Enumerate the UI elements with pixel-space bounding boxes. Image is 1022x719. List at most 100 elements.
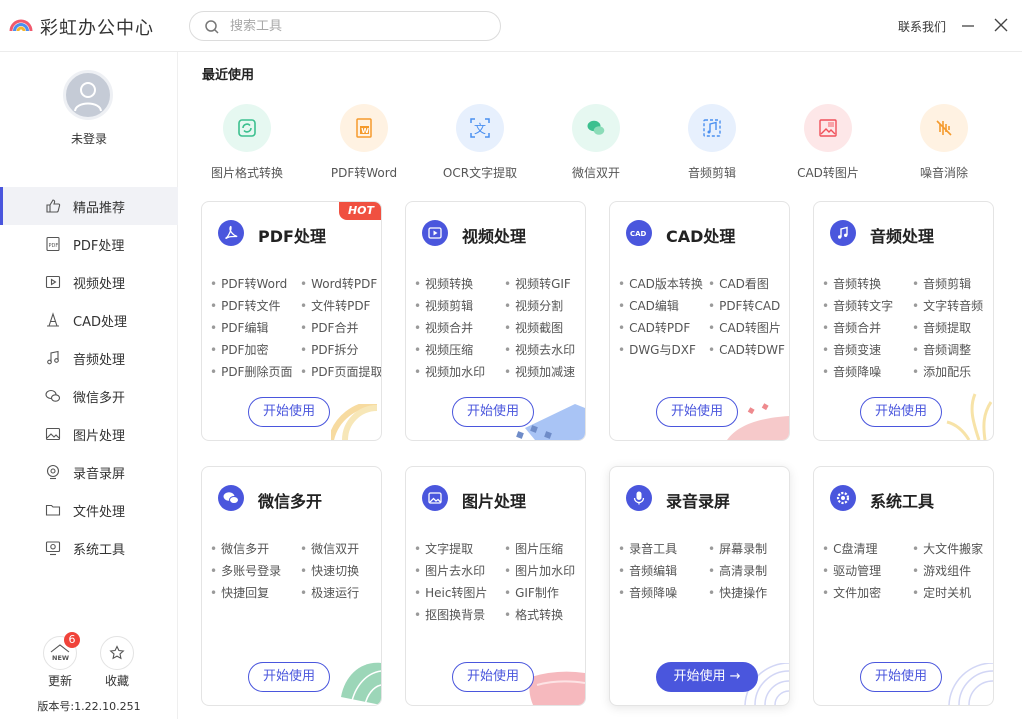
feature-link[interactable]: PDF转Word <box>210 275 287 292</box>
feature-link[interactable]: CAD编辑 <box>618 297 679 314</box>
card-video[interactable]: 视频处理 视频转换 视频剪辑 视频合并 视频压缩 视频加水印 视频转GIF 视频… <box>405 201 586 441</box>
feature-link[interactable]: 视频转GIF <box>504 275 571 292</box>
feature-link[interactable]: 音频转文字 <box>822 297 893 314</box>
feature-link[interactable]: 屏幕录制 <box>708 540 767 557</box>
card-record[interactable]: 录音录屏 录音工具 音频编辑 音频降噪 屏幕录制 高清录制 快捷操作 开始使用 … <box>609 466 790 706</box>
feature-link[interactable]: 文字转音频 <box>912 297 983 314</box>
feature-link[interactable]: 音频调整 <box>912 341 971 358</box>
feature-link[interactable]: PDF编辑 <box>210 319 268 336</box>
feature-link[interactable]: 视频压缩 <box>414 341 473 358</box>
feature-link[interactable]: 格式转换 <box>504 606 563 623</box>
feature-link[interactable]: Word转PDF <box>300 275 377 292</box>
card-audio[interactable]: 音频处理 音频转换 音频转文字 音频合并 音频变速 音频降噪 音频剪辑 文字转音… <box>813 201 994 441</box>
feature-link[interactable]: 音频合并 <box>822 319 881 336</box>
minimize-icon[interactable] <box>960 17 976 33</box>
close-icon[interactable] <box>993 17 1009 33</box>
feature-link[interactable]: 图片压缩 <box>504 540 563 557</box>
sidebar-item-recommended[interactable]: 精品推荐 <box>0 187 178 225</box>
feature-link[interactable]: PDF合并 <box>300 319 358 336</box>
feature-link[interactable]: 视频合并 <box>414 319 473 336</box>
sidebar-item-video[interactable]: 视频处理 <box>0 263 178 301</box>
feature-link[interactable]: 音频降噪 <box>618 584 677 601</box>
feature-link[interactable]: 图片去水印 <box>414 562 485 579</box>
favorite-button[interactable] <box>100 636 134 670</box>
feature-link[interactable]: 音频提取 <box>912 319 971 336</box>
start-button[interactable]: 开始使用 <box>860 662 942 692</box>
feature-link[interactable]: 视频加减速 <box>504 363 575 380</box>
sidebar-item-cad[interactable]: CAD处理 <box>0 301 178 339</box>
feature-link[interactable]: 图片加水印 <box>504 562 575 579</box>
start-button[interactable]: 开始使用 <box>452 397 534 427</box>
search-box[interactable] <box>189 11 501 41</box>
feature-link[interactable]: 音频编辑 <box>618 562 677 579</box>
feature-link[interactable]: DWG与DXF <box>618 341 696 358</box>
feature-link[interactable]: 视频剪辑 <box>414 297 473 314</box>
feature-link[interactable]: 音频变速 <box>822 341 881 358</box>
feature-link[interactable]: CAD转图片 <box>708 319 781 336</box>
sidebar-item-image[interactable]: 图片处理 <box>0 415 178 453</box>
feature-link[interactable]: 文件加密 <box>822 584 881 601</box>
recent-item-audio-cut[interactable]: 音频剪辑 <box>657 102 767 181</box>
feature-link[interactable]: 视频去水印 <box>504 341 575 358</box>
feature-link[interactable]: CAD版本转换 <box>618 275 703 292</box>
feature-link[interactable]: 视频截图 <box>504 319 563 336</box>
recent-item-ocr[interactable]: 文 OCR文字提取 <box>425 102 535 181</box>
feature-link[interactable]: 定时关机 <box>912 584 971 601</box>
card-wechat[interactable]: 微信多开 微信多开 多账号登录 快捷回复 微信双开 快速切换 极速运行 开始使用 <box>201 466 382 706</box>
card-image[interactable]: 图片处理 文字提取 图片去水印 Heic转图片 抠图换背景 图片压缩 图片加水印… <box>405 466 586 706</box>
recent-item-wechat-dual[interactable]: 微信双开 <box>541 102 651 181</box>
start-button[interactable]: 开始使用 <box>860 397 942 427</box>
feature-link[interactable]: PDF页面提取 <box>300 363 381 380</box>
sidebar-item-audio[interactable]: 音频处理 <box>0 339 178 377</box>
card-pdf[interactable]: HOT PDF处理 PDF转Word PDF转文件 PDF编辑 PDF加密 PD… <box>201 201 382 441</box>
feature-link[interactable]: 高清录制 <box>708 562 767 579</box>
recent-item-noise[interactable]: 噪音消除 <box>889 102 999 181</box>
feature-link[interactable]: CAD转DWF <box>708 341 785 358</box>
search-input[interactable] <box>230 17 480 35</box>
feature-link[interactable]: 音频剪辑 <box>912 275 971 292</box>
feature-link[interactable]: 微信双开 <box>300 540 359 557</box>
update-label[interactable]: 更新 <box>40 672 80 689</box>
feature-link[interactable]: 大文件搬家 <box>912 540 983 557</box>
sidebar-item-file[interactable]: 文件处理 <box>0 491 178 529</box>
feature-link[interactable]: 驱动管理 <box>822 562 881 579</box>
feature-link[interactable]: 录音工具 <box>618 540 677 557</box>
feature-link[interactable]: 快速切换 <box>300 562 359 579</box>
start-button[interactable]: 开始使用 <box>452 662 534 692</box>
start-button[interactable]: 开始使用 <box>248 662 330 692</box>
feature-link[interactable]: 视频加水印 <box>414 363 485 380</box>
card-cad[interactable]: CAD CAD处理 CAD版本转换 CAD编辑 CAD转PDF DWG与DXF … <box>609 201 790 441</box>
feature-link[interactable]: GIF制作 <box>504 584 559 601</box>
sidebar-item-wechat[interactable]: 微信多开 <box>0 377 178 415</box>
contact-us-link[interactable]: 联系我们 <box>898 18 946 35</box>
feature-link[interactable]: PDF转CAD <box>708 297 780 314</box>
favorite-label[interactable]: 收藏 <box>97 672 137 689</box>
feature-link[interactable]: 多账号登录 <box>210 562 281 579</box>
feature-link[interactable]: 快捷回复 <box>210 584 269 601</box>
sidebar-item-pdf[interactable]: PDF PDF处理 <box>0 225 178 263</box>
feature-link[interactable]: PDF删除页面 <box>210 363 292 380</box>
feature-link[interactable]: 视频转换 <box>414 275 473 292</box>
feature-link[interactable]: Heic转图片 <box>414 584 487 601</box>
login-status[interactable]: 未登录 <box>0 130 178 147</box>
feature-link[interactable]: 抠图换背景 <box>414 606 485 623</box>
recent-item-pdf-word[interactable]: W PDF转Word <box>309 102 419 181</box>
feature-link[interactable]: C盘清理 <box>822 540 877 557</box>
sidebar-item-record[interactable]: 录音录屏 <box>0 453 178 491</box>
feature-link[interactable]: 音频降噪 <box>822 363 881 380</box>
feature-link[interactable]: CAD转PDF <box>618 319 690 336</box>
feature-link[interactable]: 视频分割 <box>504 297 563 314</box>
start-button[interactable]: 开始使用 → <box>656 662 758 692</box>
feature-link[interactable]: 游戏组件 <box>912 562 971 579</box>
feature-link[interactable]: PDF加密 <box>210 341 268 358</box>
feature-link[interactable]: 添加配乐 <box>912 363 971 380</box>
sidebar-item-system[interactable]: 系统工具 <box>0 529 178 567</box>
feature-link[interactable]: 微信多开 <box>210 540 269 557</box>
recent-item-image-convert[interactable]: 图片格式转换 <box>192 102 302 181</box>
feature-link[interactable]: 快捷操作 <box>708 584 767 601</box>
feature-link[interactable]: 文字提取 <box>414 540 473 557</box>
card-system[interactable]: 系统工具 C盘清理 驱动管理 文件加密 大文件搬家 游戏组件 定时关机 开始使用 <box>813 466 994 706</box>
feature-link[interactable]: PDF转文件 <box>210 297 280 314</box>
start-button[interactable]: 开始使用 <box>656 397 738 427</box>
feature-link[interactable]: PDF拆分 <box>300 341 358 358</box>
